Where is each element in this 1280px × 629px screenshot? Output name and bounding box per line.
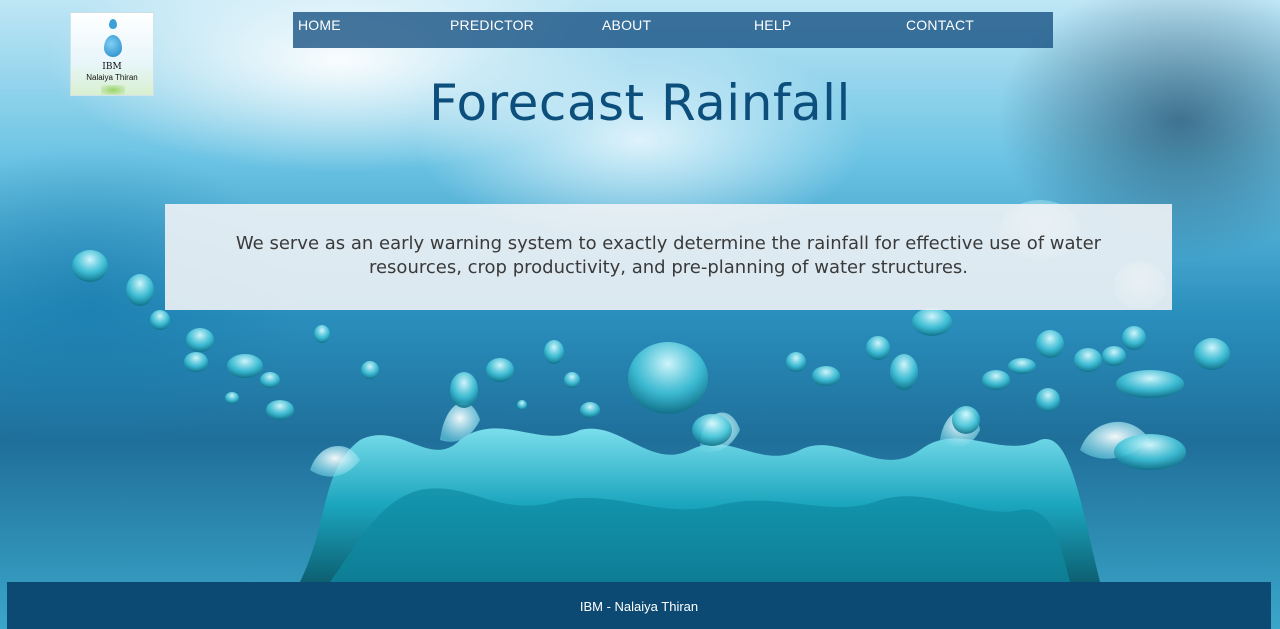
water-drop-icon: [104, 35, 122, 57]
about-description: We serve as an early warning system to e…: [235, 233, 1102, 278]
water-drop-icon: [109, 19, 117, 29]
page: IBM Nalaiya Thiran HOME PREDICTOR ABOUT …: [0, 0, 1280, 629]
nav-item-contact[interactable]: CONTACT: [906, 17, 974, 33]
nav-item-home[interactable]: HOME: [298, 17, 341, 33]
nav-item-predictor[interactable]: PREDICTOR: [450, 17, 534, 33]
about-panel: We serve as an early warning system to e…: [165, 204, 1172, 310]
footer: IBM - Nalaiya Thiran: [7, 582, 1271, 629]
footer-text: IBM - Nalaiya Thiran: [579, 599, 699, 614]
main-nav: HOME PREDICTOR ABOUT HELP CONTACT: [293, 12, 1053, 48]
page-title: Forecast Rainfall: [429, 74, 851, 132]
nav-item-help[interactable]: HELP: [754, 17, 791, 33]
logo-text-ibm: IBM: [102, 62, 122, 72]
nav-item-about[interactable]: ABOUT: [602, 17, 651, 33]
